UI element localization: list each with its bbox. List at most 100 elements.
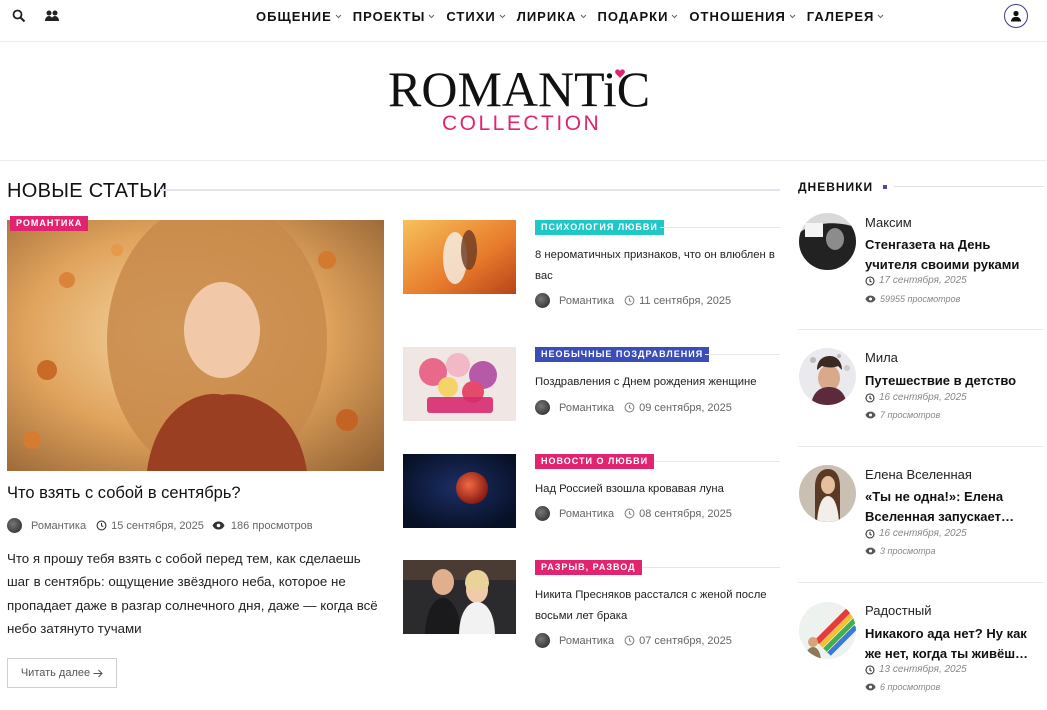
author-name[interactable]: Романтика [559, 508, 614, 520]
sidebar-divider [894, 186, 1044, 187]
diary-date: 16 сентября, 2025 [865, 528, 967, 539]
author-name[interactable]: Романтика [559, 635, 614, 647]
clock-icon [624, 635, 635, 646]
clock-icon [865, 392, 875, 403]
author-name[interactable]: Романтика [31, 520, 86, 532]
diary-date-text: 17 сентября, 2025 [879, 275, 967, 286]
diary-avatar[interactable] [799, 602, 856, 659]
diary-title[interactable]: «Ты не одна!»: Елена Вселенная запускает… [865, 487, 1045, 526]
article-title[interactable]: Над Россией взошла кровавая луна [535, 479, 783, 500]
diary-title[interactable]: Стенгазета на День учителя своими руками [865, 235, 1045, 274]
nav-item-label: ЛИРИКА [516, 8, 577, 24]
article-title[interactable]: Поздравления с Днем рождения женщине [535, 372, 783, 393]
diary-title[interactable]: Путешествие в детство [865, 371, 1045, 391]
article-meta: Романтика 09 сентября, 2025 [535, 400, 732, 415]
nav-item-label: СТИХИ [446, 8, 496, 24]
chevron-down-icon [877, 13, 884, 20]
diary-views: 6 просмотров [865, 682, 940, 692]
featured-image[interactable] [7, 220, 384, 471]
users-icon[interactable] [42, 6, 62, 26]
diary-author[interactable]: Мила [865, 350, 898, 365]
post-views: 186 просмотров [230, 519, 313, 532]
article-category-badge[interactable]: ПСИХОЛОГИЯ ЛЮБВИ [535, 220, 664, 235]
read-more-button[interactable]: Читать далее [7, 658, 117, 688]
article-meta: Романтика 11 сентября, 2025 [535, 293, 731, 308]
diary-date-text: 16 сентября, 2025 [879, 392, 967, 403]
section-title: НОВЫЕ СТАТЬИ [7, 180, 168, 202]
header-divider [0, 160, 1047, 161]
search-icon[interactable] [9, 6, 29, 26]
nav-item-label: ПРОЕКТЫ [352, 8, 426, 24]
article-title[interactable]: 8 нероматичных признаков, что он влюблен… [535, 245, 783, 287]
featured-title[interactable]: Что взять с собой в сентябрь? [7, 484, 241, 503]
diary-views-text: 6 просмотров [880, 682, 941, 692]
diary-views-text: 3 просмотра [880, 546, 936, 556]
article-category-badge[interactable]: НЕОБЫЧНЫЕ ПОЗДРАВЛЕНИЯ [535, 347, 710, 362]
article-meta: Романтика 08 сентября, 2025 [535, 506, 732, 521]
diary-date: 16 сентября, 2025 [865, 392, 967, 403]
nav-item-otnosheniya[interactable]: ОТНОШЕНИЯ [689, 9, 796, 24]
featured-meta: Романтика 15 сентября, 2025 186 просмотр… [7, 518, 313, 533]
nav-item-podarki[interactable]: ПОДАРКИ [598, 9, 679, 24]
diary-avatar[interactable] [799, 348, 856, 405]
nav-item-lirika[interactable]: ЛИРИКА [517, 9, 587, 24]
divider [655, 461, 780, 462]
author-avatar [7, 518, 22, 533]
divider [798, 446, 1044, 447]
article-thumbnail[interactable] [403, 454, 516, 528]
chevron-down-icon [499, 13, 506, 20]
featured-excerpt: Что я прошу тебя взять с собой перед тем… [7, 551, 378, 636]
diary-date: 17 сентября, 2025 [865, 275, 967, 286]
diary-avatar[interactable] [799, 465, 856, 522]
diary-title[interactable]: Никакого ада нет? Ну как же нет, когда т… [865, 624, 1045, 663]
divider [705, 354, 780, 355]
clock-icon [865, 664, 875, 675]
article-thumbnail[interactable] [403, 560, 516, 634]
diary-views: 3 просмотра [865, 546, 936, 556]
post-date: 15 сентября, 2025 [111, 519, 204, 532]
author-name[interactable]: Романтика [559, 295, 614, 307]
author-name[interactable]: Романтика [559, 402, 614, 414]
eye-icon [865, 295, 876, 303]
featured-category-badge[interactable]: РОМАНТИКА [10, 216, 89, 231]
clock-icon [865, 528, 875, 539]
nav-item-galereya[interactable]: ГАЛЕРЕЯ [807, 9, 885, 24]
read-more-label: Читать далее [20, 667, 91, 679]
article-thumbnail[interactable] [403, 347, 516, 421]
diary-author[interactable]: Елена Вселенная [865, 467, 972, 482]
diary-author[interactable]: Радостный [865, 603, 932, 618]
divider [798, 582, 1044, 583]
eye-icon [865, 547, 876, 555]
divider [798, 329, 1044, 330]
chevron-down-icon [671, 13, 678, 20]
diary-views: 7 просмотров [865, 410, 940, 420]
nav-item-label: ПОДАРКИ [597, 8, 669, 24]
main-nav: ОБЩЕНИЕ ПРОЕКТЫ СТИХИ ЛИРИКА ПОДАРКИ ОТН… [256, 0, 895, 32]
article-thumbnail[interactable] [403, 220, 516, 294]
article-category-badge[interactable]: РАЗРЫВ, РАЗВОД [535, 560, 642, 575]
chevron-down-icon [428, 13, 435, 20]
clock-icon [624, 295, 635, 306]
diary-views-text: 7 просмотров [880, 410, 941, 420]
top-bar: ОБЩЕНИЕ ПРОЕКТЫ СТИХИ ЛИРИКА ПОДАРКИ ОТН… [0, 0, 1047, 42]
sidebar-title: ДНЕВНИКИ [798, 180, 874, 194]
divider [642, 567, 780, 568]
nav-item-stikhi[interactable]: СТИХИ [446, 8, 506, 24]
clock-icon [624, 508, 635, 519]
chevron-down-icon [335, 13, 342, 20]
chevron-down-icon [580, 13, 587, 20]
diary-author[interactable]: Максим [865, 215, 912, 230]
nav-item-obshchenie[interactable]: ОБЩЕНИЕ [256, 9, 342, 24]
diary-views-text: 59955 просмотров [880, 294, 961, 304]
author-avatar [535, 293, 550, 308]
nav-item-proekty[interactable]: ПРОЕКТЫ [353, 9, 436, 24]
diary-avatar[interactable] [799, 213, 856, 270]
article-category-badge[interactable]: НОВОСТИ О ЛЮБВИ [535, 454, 655, 469]
arrow-right-icon [93, 669, 103, 678]
divider [660, 227, 780, 228]
user-account-button[interactable] [1004, 4, 1028, 28]
site-logo[interactable]: ROMANTiC COLLECTION [388, 62, 664, 135]
post-date: 11 сентября, 2025 [639, 294, 732, 307]
clock-icon [624, 402, 635, 413]
article-title[interactable]: Никита Пресняков расстался с женой после… [535, 585, 783, 627]
